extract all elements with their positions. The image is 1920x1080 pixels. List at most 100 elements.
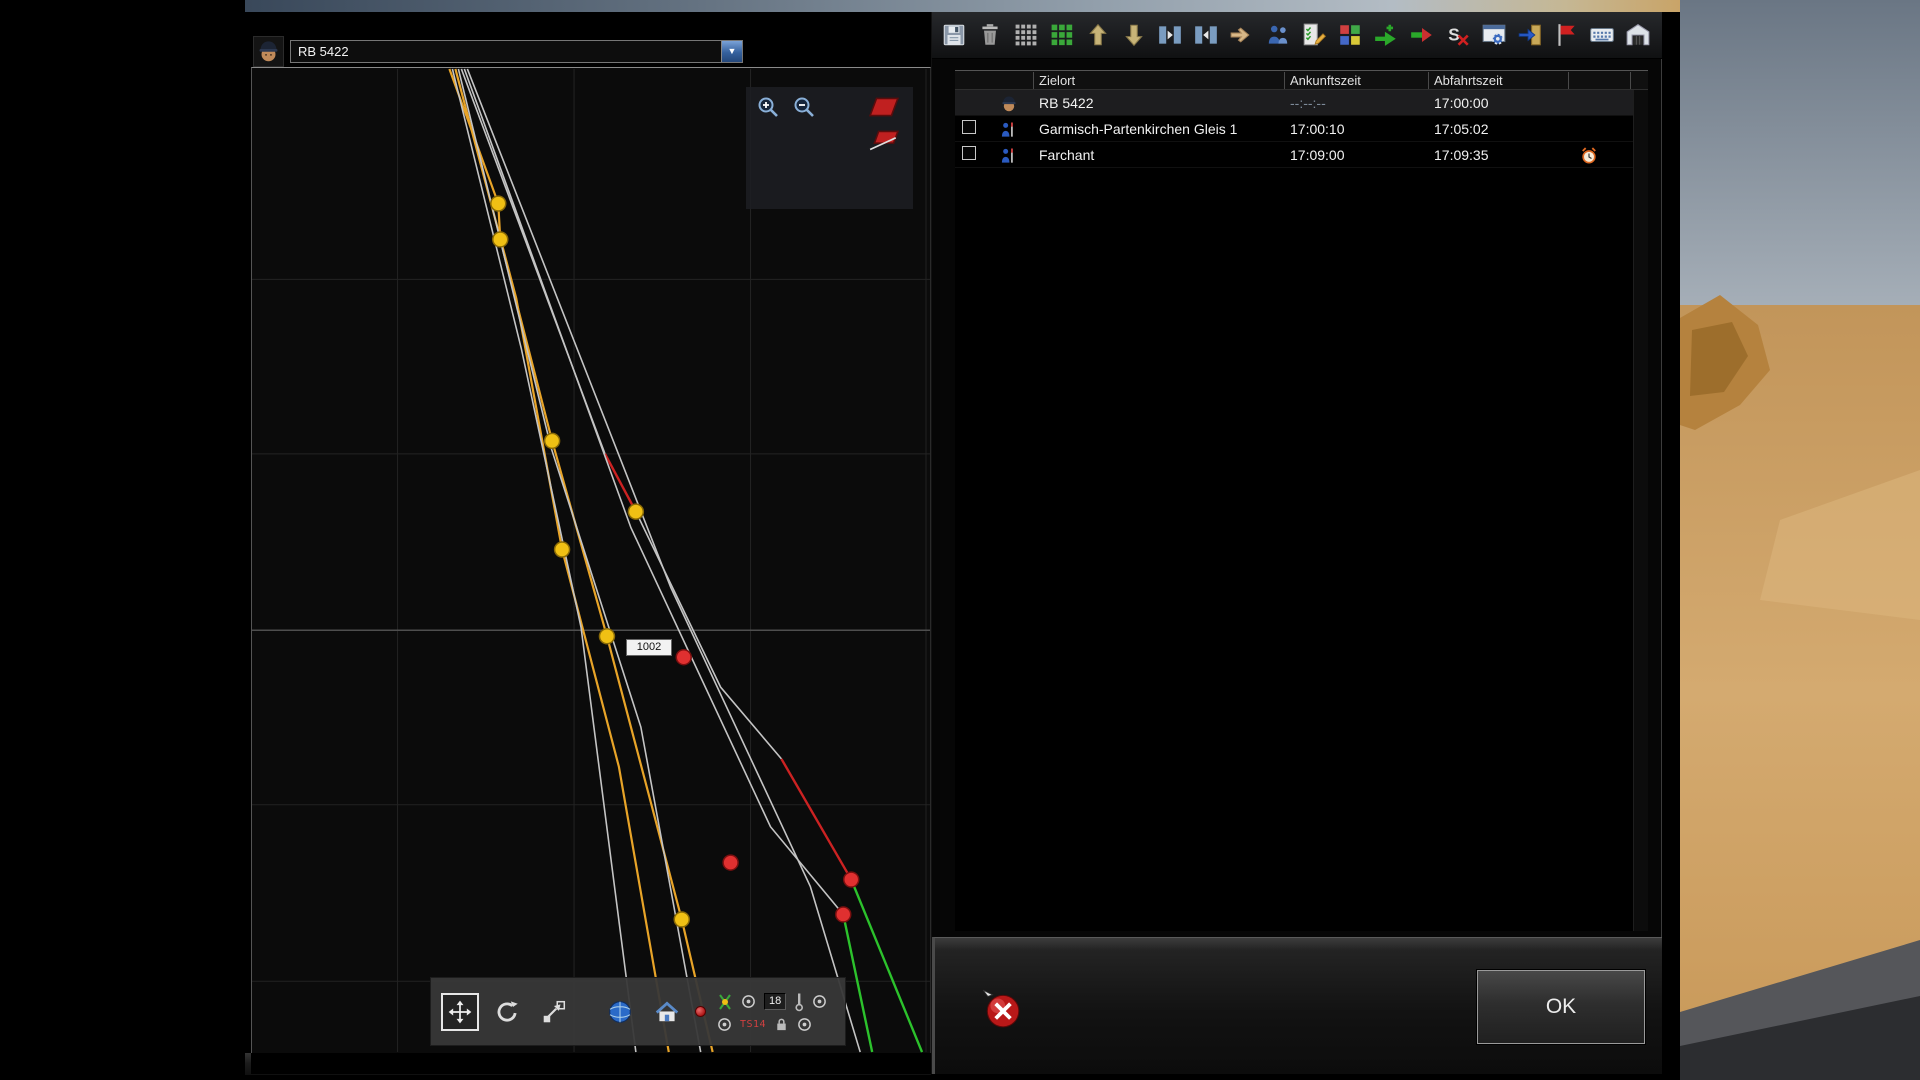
speed-box[interactable]: 18 (764, 993, 787, 1010)
column-separator (1284, 72, 1285, 89)
cancel-icon[interactable] (981, 988, 1023, 1030)
switch-icon[interactable] (717, 992, 733, 1012)
rotate-button[interactable] (488, 993, 526, 1031)
track-line (850, 879, 924, 1053)
chevron-down-icon[interactable]: ▼ (721, 41, 742, 62)
schedule-table: Zielort Ankunftszeit Abfahrtszeit RB 542… (955, 70, 1648, 931)
cell-zielort: Garmisch-Partenkirchen Gleis 1 (1039, 121, 1238, 137)
ok-button[interactable]: OK (1476, 969, 1646, 1045)
move-down-icon[interactable] (1118, 20, 1149, 51)
column-header-zielort[interactable]: Zielort (1039, 73, 1075, 88)
column-separator (1428, 72, 1429, 89)
trash-icon[interactable] (974, 20, 1005, 51)
signal-dot[interactable] (843, 871, 860, 888)
radio-icon[interactable] (717, 1017, 732, 1032)
cell-abfahrtszeit: 17:05:02 (1434, 121, 1489, 137)
signal-dot[interactable] (722, 854, 739, 871)
signal-dot[interactable] (598, 628, 616, 645)
key-icon[interactable] (794, 992, 804, 1012)
radio-icon[interactable] (741, 994, 756, 1009)
block-label: 1002 (626, 639, 672, 656)
save-icon[interactable] (938, 20, 969, 51)
track-map-graphic (252, 68, 930, 1053)
signal-dot[interactable] (675, 648, 692, 666)
map-options-row: TS14 (717, 1017, 827, 1032)
map-options-row: 18 (717, 992, 827, 1012)
signal-dot[interactable] (627, 503, 645, 520)
table-row-station[interactable]: Garmisch-Partenkirchen Gleis 1 17:00:10 … (955, 116, 1633, 142)
signal-dot[interactable] (673, 911, 690, 928)
column-separator (1630, 72, 1631, 89)
grid-small-icon[interactable] (1010, 20, 1041, 51)
passengers-icon[interactable] (1262, 20, 1293, 51)
add-green-icon[interactable] (1370, 20, 1401, 51)
insert-arrow-icon[interactable] (1406, 20, 1437, 51)
checklist-icon[interactable] (1298, 20, 1329, 51)
flag-icon[interactable] (1550, 20, 1581, 51)
driver-icon (999, 94, 1019, 114)
row-checkbox[interactable] (962, 146, 976, 160)
grid-green-icon[interactable] (1046, 20, 1077, 51)
main-toolbar: S (932, 12, 1662, 59)
column-header-ankunftszeit[interactable]: Ankunftszeit (1290, 73, 1361, 88)
track-line (842, 914, 874, 1053)
toolbar-separator (582, 1011, 592, 1012)
track-line (466, 68, 861, 1053)
station-icon (999, 120, 1019, 140)
track-line (457, 68, 702, 1053)
signal-dot[interactable] (490, 195, 507, 212)
hand-pointer-icon[interactable] (1226, 20, 1257, 51)
route-button[interactable] (535, 993, 573, 1031)
table-row-train[interactable]: RB 5422 --:--:-- 17:00:00 (955, 90, 1633, 116)
track-line (603, 453, 637, 513)
cell-abfahrtszeit: 17:09:35 (1434, 147, 1489, 163)
zoom-out-button[interactable] (792, 95, 816, 119)
application-window: RB 5422 ▼ 1002 18 TS14 S Zielort Ankunft… (0, 0, 1920, 1080)
radio-icon[interactable] (812, 994, 827, 1009)
track-map[interactable]: 1002 18 TS14 (251, 67, 931, 1053)
train-selector-dropdown[interactable]: RB 5422 ▼ (290, 40, 743, 63)
column-header-abfahrtszeit[interactable]: Abfahrtszeit (1434, 73, 1503, 88)
track-line (635, 511, 783, 760)
move-up-icon[interactable] (1082, 20, 1113, 51)
table-header: Zielort Ankunftszeit Abfahrtszeit (955, 70, 1648, 90)
track-line (451, 68, 637, 1053)
table-row-station[interactable]: Farchant 17:09:00 17:09:35 (955, 142, 1633, 168)
schedule-panel: S Zielort Ankunftszeit Abfahrtszeit RB 5… (931, 12, 1662, 1074)
track-line (780, 758, 853, 881)
footer-bar: OK (932, 937, 1662, 1074)
signal-dot[interactable] (543, 432, 561, 450)
signal-dot[interactable] (492, 231, 509, 248)
pan-button[interactable] (441, 992, 479, 1031)
home-button[interactable] (648, 993, 686, 1031)
door-enter-icon[interactable] (1514, 20, 1545, 51)
cell-zielort: RB 5422 (1039, 95, 1094, 111)
position-marker-icon (695, 1006, 706, 1017)
keyboard-icon[interactable] (1586, 20, 1617, 51)
desert-scene-graphic (1680, 0, 1920, 1080)
row-checkbox[interactable] (962, 120, 976, 134)
gradient-toggle-icon[interactable] (868, 95, 900, 119)
lock-icon[interactable] (774, 1017, 789, 1032)
scrollbar[interactable] (1633, 90, 1648, 931)
window-gear-icon[interactable] (1478, 20, 1509, 51)
signal-dot[interactable] (553, 541, 571, 558)
radio-icon[interactable] (797, 1017, 812, 1032)
color-grid-icon[interactable] (1334, 20, 1365, 51)
gradient-edit-icon[interactable] (868, 129, 900, 153)
cell-zielort: Farchant (1039, 147, 1095, 163)
insert-left-icon[interactable] (1190, 20, 1221, 51)
s-remove-icon[interactable]: S (1442, 20, 1473, 51)
column-separator (1033, 72, 1034, 89)
signal-dot[interactable] (835, 906, 852, 923)
track-map-panel: RB 5422 ▼ 1002 18 TS14 (251, 12, 931, 1074)
insert-right-icon[interactable] (1154, 20, 1185, 51)
globe-button[interactable] (601, 993, 639, 1031)
alarm-clock-icon (1579, 146, 1599, 166)
track-line (454, 68, 670, 1053)
map-options-cluster: 18 TS14 (717, 992, 827, 1032)
zoom-in-button[interactable] (756, 95, 780, 119)
cell-abfahrtszeit: 17:00:00 (1434, 95, 1489, 111)
background-3d-scene (1680, 0, 1920, 1080)
depot-icon[interactable] (1622, 20, 1653, 51)
